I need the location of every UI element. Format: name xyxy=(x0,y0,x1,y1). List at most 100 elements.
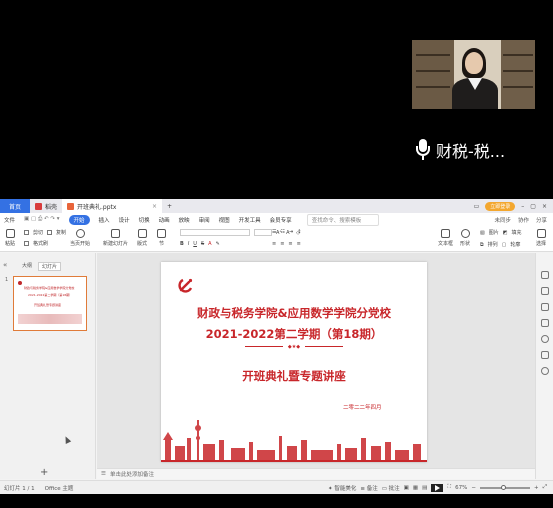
docer-icon xyxy=(35,202,42,210)
sync-status[interactable]: 未同步 xyxy=(494,216,511,224)
shape-style-icon[interactable] xyxy=(541,351,549,359)
notes-bar[interactable]: ☰ 单击此处添加备注 xyxy=(97,468,535,479)
design-icon[interactable] xyxy=(541,287,549,295)
align-right-icon[interactable]: ≡ xyxy=(288,241,292,247)
menu-design[interactable]: 设计 xyxy=(119,216,130,224)
italic-icon[interactable]: I xyxy=(188,241,189,247)
font-size-select[interactable] xyxy=(254,229,272,236)
slide-title-term: 2021-2022第二学期（第18期） xyxy=(205,327,383,341)
slide-number: 1 xyxy=(5,277,9,283)
font-color-icon[interactable]: A xyxy=(208,241,211,247)
bullet-list-icon[interactable]: ☰ xyxy=(272,229,276,235)
tab-document[interactable]: 开班典礼.pptx × xyxy=(62,199,163,213)
line-spacing-icon[interactable]: ↕ xyxy=(297,229,301,235)
tab-slides[interactable]: 幻灯片 xyxy=(38,262,62,271)
ribbon-toolbar: 粘贴 剪切 复制 格式刷 当页开始 新建幻灯片 版式 节 A⁺ A⁻ ◇ B I… xyxy=(0,226,553,252)
collaborate-button[interactable]: 协作 xyxy=(518,216,529,224)
textbox-button[interactable]: 文本框 xyxy=(438,229,453,247)
layout-button[interactable]: 版式 xyxy=(137,229,147,247)
new-tab-button[interactable]: + xyxy=(162,199,177,213)
minimize-icon[interactable]: – xyxy=(521,203,524,210)
slide[interactable]: 财政与税务学院&应用数学学院分党校 2021-2022第二学期（第18期） ◆★… xyxy=(161,262,427,462)
underline-icon[interactable]: U xyxy=(193,241,197,247)
share-button[interactable]: 分享 xyxy=(536,216,547,224)
close-window-icon[interactable]: × xyxy=(542,203,547,210)
tab-docer[interactable]: 稻壳 xyxy=(30,199,62,213)
reading-view-icon[interactable]: ▤ xyxy=(422,485,427,491)
fullscreen-icon[interactable]: ⤢ xyxy=(543,484,547,491)
menu-file[interactable]: 文件 xyxy=(4,216,15,224)
textbox-label: 文本框 xyxy=(438,241,454,247)
login-button[interactable]: 立即登录 xyxy=(485,201,516,211)
justify-icon[interactable]: ≡ xyxy=(297,241,301,247)
location-icon[interactable] xyxy=(541,367,549,375)
collapse-pane-icon[interactable]: « xyxy=(3,261,7,269)
align-center-icon[interactable]: ≡ xyxy=(280,241,284,247)
animation-pane-icon[interactable] xyxy=(541,303,549,311)
copy-icon xyxy=(47,230,53,235)
fit-window-icon[interactable]: ⛶ xyxy=(447,484,451,491)
tab-home[interactable]: 首页 xyxy=(0,199,30,213)
menu-slideshow[interactable]: 放映 xyxy=(179,216,190,224)
zoom-slider[interactable] xyxy=(479,484,530,490)
picture-label[interactable]: 图片 xyxy=(489,229,499,236)
outline-label[interactable]: 轮廓 xyxy=(510,241,520,248)
numbered-list-icon[interactable]: ☷ xyxy=(280,229,284,235)
font-name-select[interactable] xyxy=(180,229,250,236)
presentation-window: 首页 稻壳 开班典礼.pptx × + ▭ 立即登录 – ▢ × 文件 ▣ ▢ … xyxy=(0,199,553,494)
format-painter-label[interactable]: 格式刷 xyxy=(33,240,48,247)
layout-label: 版式 xyxy=(137,241,148,247)
sorter-view-icon[interactable]: ▦ xyxy=(413,485,418,491)
zoom-out-icon[interactable]: − xyxy=(471,485,476,491)
paste-button[interactable]: 粘贴 xyxy=(5,229,15,247)
help-icon[interactable] xyxy=(541,335,549,343)
section-button[interactable]: 节 xyxy=(157,229,166,247)
indent-icon[interactable]: ⇥ xyxy=(289,229,293,235)
zoom-slider-handle[interactable] xyxy=(500,484,506,490)
transition-pane-icon[interactable] xyxy=(541,319,549,327)
close-tab-icon[interactable]: × xyxy=(152,203,157,210)
normal-view-icon[interactable]: ▣ xyxy=(404,485,409,491)
picture-icon: ▧ xyxy=(480,229,485,236)
smart-beautify-button[interactable]: ✦ 智能美化 xyxy=(328,484,356,492)
menu-transition[interactable]: 切换 xyxy=(139,216,150,224)
menu-review[interactable]: 审阅 xyxy=(199,216,210,224)
new-slide-button[interactable]: 新建幻灯片 xyxy=(103,229,128,247)
highlight-icon[interactable]: ✎ xyxy=(216,241,220,247)
fill-icon: ◩ xyxy=(502,229,508,236)
menu-start[interactable]: 开始 xyxy=(68,214,90,225)
cut-label[interactable]: 剪切 xyxy=(33,229,43,236)
arrange-label[interactable]: 排列 xyxy=(488,241,498,248)
notes-toggle-button[interactable]: ≡ 备注 xyxy=(360,484,377,492)
window-controls: ▭ 立即登录 – ▢ × xyxy=(474,201,553,211)
add-slide-button[interactable]: + xyxy=(40,467,48,478)
slide-thumbnail[interactable]: 财政与税务学院&应用数学学院分党校 2021-2022第二学期（第18期） 开班… xyxy=(13,276,87,331)
command-search-input[interactable]: 查找命令、搜索模板 xyxy=(306,213,379,226)
menu-view[interactable]: 视图 xyxy=(219,216,230,224)
slideshow-play-icon[interactable] xyxy=(431,483,444,492)
section-icon xyxy=(157,229,166,238)
align-left-icon[interactable]: ≡ xyxy=(272,241,276,247)
strikethrough-icon[interactable]: S xyxy=(201,241,204,247)
bold-icon[interactable]: B xyxy=(180,241,184,247)
person-face xyxy=(465,52,483,74)
menu-member[interactable]: 会员专享 xyxy=(270,216,292,224)
fill-label[interactable]: 填充 xyxy=(511,229,521,236)
menu-insert[interactable]: 插入 xyxy=(99,216,110,224)
layout-icon[interactable]: ▭ xyxy=(474,203,480,210)
menu-animation[interactable]: 动画 xyxy=(159,216,170,224)
copy-label[interactable]: 复制 xyxy=(56,229,66,236)
maximize-icon[interactable]: ▢ xyxy=(530,203,536,210)
title-divider: ◆★◆ xyxy=(245,344,343,350)
comments-button[interactable]: ▭ 批注 xyxy=(382,484,400,492)
font-style-row: B I U S A ✎ xyxy=(180,241,220,247)
zoom-in-icon[interactable]: + xyxy=(534,485,539,491)
zoom-level[interactable]: 67% xyxy=(455,485,467,491)
properties-icon[interactable] xyxy=(541,271,549,279)
menu-developer[interactable]: 开发工具 xyxy=(239,216,261,224)
ppt-file-icon xyxy=(67,202,75,210)
shape-button[interactable]: 形状 xyxy=(460,229,470,247)
tab-outline[interactable]: 大纲 xyxy=(22,262,32,271)
play-from-current-button[interactable]: 当页开始 xyxy=(70,229,90,247)
select-button[interactable]: 选择 xyxy=(536,229,546,247)
